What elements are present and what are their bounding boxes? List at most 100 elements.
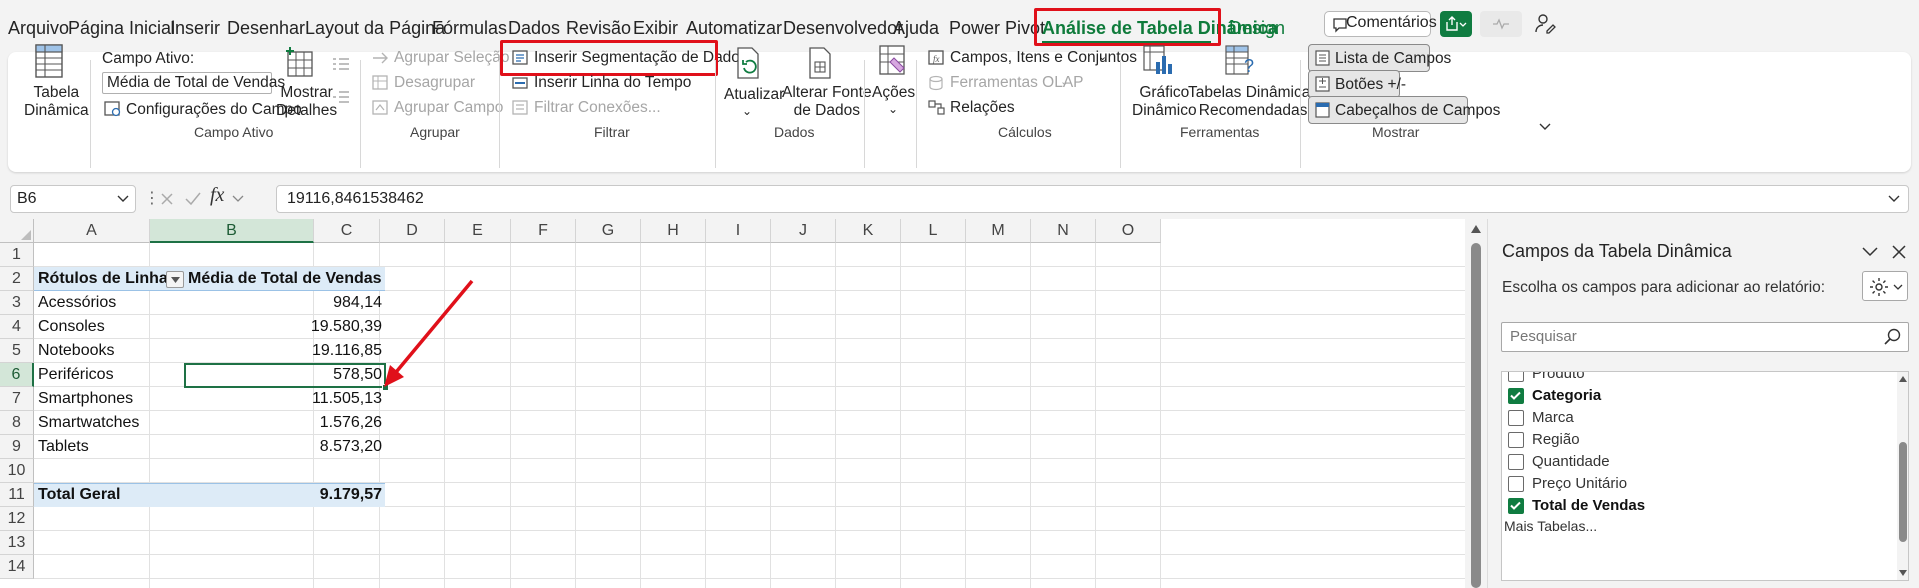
pivot-row-label[interactable]: Acessórios xyxy=(34,291,184,315)
pivot-header-values[interactable]: Média de Total de Vendas xyxy=(184,267,386,291)
menu-exibir[interactable]: Exibir xyxy=(633,18,678,39)
column-header[interactable]: K xyxy=(836,219,901,243)
select-all-corner[interactable] xyxy=(0,219,34,243)
insert-function-icon[interactable]: fx xyxy=(210,184,224,207)
menu-layout-pagina[interactable]: Layout da Página xyxy=(305,18,445,39)
row-header[interactable]: 4 xyxy=(0,315,34,339)
row-header[interactable]: 13 xyxy=(0,531,34,555)
inserir-linha-tempo-button[interactable]: Inserir Linha do Tempo xyxy=(512,73,691,95)
menu-ajuda[interactable]: Ajuda xyxy=(893,18,939,39)
pivot-row-label[interactable]: Tablets xyxy=(34,435,184,459)
column-header[interactable]: F xyxy=(511,219,576,243)
menu-pagina-inicial[interactable]: Página Inicial xyxy=(68,18,175,39)
tabela-dinamica-button[interactable]: Tabela Dinâmica xyxy=(20,44,89,154)
checkbox[interactable] xyxy=(1508,454,1524,470)
checkbox[interactable] xyxy=(1508,476,1524,492)
column-header[interactable]: O xyxy=(1096,219,1161,243)
row-header[interactable]: 1 xyxy=(0,243,34,267)
pivot-row-label[interactable]: Notebooks xyxy=(34,339,184,363)
acoes-button[interactable]: Ações ⌄ xyxy=(872,44,916,152)
menu-revisao[interactable]: Revisão xyxy=(566,18,631,39)
close-icon[interactable] xyxy=(1892,245,1906,259)
pivot-row-label[interactable]: Smartwatches xyxy=(34,411,184,435)
column-header[interactable]: G xyxy=(576,219,641,243)
pivot-row-label[interactable]: Consoles xyxy=(34,315,184,339)
row-header[interactable]: 9 xyxy=(0,435,34,459)
menu-automatizar[interactable]: Automatizar xyxy=(686,18,782,39)
cabecalhos-toggle[interactable]: Cabeçalhos de Campos xyxy=(1308,96,1500,124)
row-labels-filter-dropdown[interactable] xyxy=(166,271,184,288)
expand-field-icon[interactable] xyxy=(332,57,350,71)
pivot-row-value[interactable]: 1.576,26 xyxy=(184,411,386,435)
row-header[interactable]: 12 xyxy=(0,507,34,531)
mostrar-detalhes-button[interactable]: Mostrar Detalhes xyxy=(276,46,337,154)
column-header[interactable]: N xyxy=(1031,219,1096,243)
column-header[interactable]: H xyxy=(641,219,706,243)
scroll-up-icon[interactable] xyxy=(1899,376,1907,382)
relacoes-button[interactable]: Relações xyxy=(928,98,1028,120)
menu-arquivo[interactable]: Arquivo xyxy=(8,18,69,39)
row-header[interactable]: 10 xyxy=(0,459,34,483)
menu-power-pivot[interactable]: Power Pivot xyxy=(949,18,1045,39)
configuracoes-campo-button[interactable]: Configurações do Campo xyxy=(102,98,302,120)
pivot-header-rows[interactable]: Rótulos de Linha xyxy=(34,267,184,291)
pivot-row-label[interactable]: Periféricos xyxy=(34,363,184,387)
column-header[interactable]: A xyxy=(34,219,150,243)
tab-design[interactable]: Design xyxy=(1229,18,1285,39)
column-header[interactable]: J xyxy=(771,219,836,243)
vertical-scrollbar[interactable] xyxy=(1465,219,1487,588)
name-box[interactable]: B6 xyxy=(10,185,136,213)
row-header[interactable]: 14 xyxy=(0,555,34,579)
menu-desenhar[interactable]: Desenhar xyxy=(227,18,305,39)
checkbox[interactable] xyxy=(1508,410,1524,426)
vertical-scrollbar-thumb[interactable] xyxy=(1471,243,1481,588)
row-header[interactable]: 5 xyxy=(0,339,34,363)
scroll-up-icon[interactable] xyxy=(1471,225,1481,233)
chevron-down-icon[interactable] xyxy=(232,195,244,203)
row-header[interactable]: 2 xyxy=(0,267,34,291)
menu-inserir[interactable]: Inserir xyxy=(170,18,220,39)
column-header[interactable]: D xyxy=(380,219,445,243)
pivot-row-value[interactable]: 984,14 xyxy=(184,291,386,315)
coauthor-button[interactable] xyxy=(1480,11,1522,37)
column-header[interactable]: B xyxy=(150,219,314,243)
field-list-scrollbar-thumb[interactable] xyxy=(1899,442,1907,542)
column-header[interactable]: E xyxy=(445,219,511,243)
collapse-field-icon[interactable] xyxy=(332,90,350,104)
pivot-row-value[interactable]: 19.116,85 xyxy=(184,339,386,363)
pane-options-chevron-icon[interactable] xyxy=(1862,247,1878,257)
botoes-toggle[interactable]: Botões +/- xyxy=(1308,70,1406,98)
pane-search-input[interactable]: Pesquisar xyxy=(1501,322,1909,352)
row-header[interactable]: 8 xyxy=(0,411,34,435)
checkbox[interactable] xyxy=(1508,388,1524,404)
scroll-down-icon[interactable] xyxy=(1899,570,1907,576)
campos-itens-button[interactable]: fx Campos, Itens e Conjuntos ⌄ xyxy=(928,48,1137,70)
pivot-total-label[interactable]: Total Geral xyxy=(34,483,184,507)
menu-formulas[interactable]: Fórmulas xyxy=(432,18,507,39)
pivot-row-value[interactable]: 11.505,13 xyxy=(184,387,386,411)
pivot-row-value[interactable]: 8.573,20 xyxy=(184,435,386,459)
menu-dados[interactable]: Dados xyxy=(508,18,560,39)
collapse-ribbon-icon[interactable] xyxy=(1538,122,1552,132)
lista-campos-toggle[interactable]: Lista de Campos xyxy=(1308,44,1451,72)
checkbox[interactable] xyxy=(1508,432,1524,448)
person-settings-icon[interactable] xyxy=(1534,12,1556,34)
pivot-total-value[interactable]: 9.179,57 xyxy=(184,483,386,507)
checkbox[interactable] xyxy=(1508,372,1524,382)
more-tables-link[interactable]: Mais Tabelas... xyxy=(1504,518,1597,538)
formula-input[interactable]: 19116,8461538462 xyxy=(276,185,1909,213)
pivot-row-label[interactable]: Smartphones xyxy=(34,387,184,411)
grafico-dinamico-button[interactable]: Gráfico Dinâmico xyxy=(1128,44,1197,152)
row-header[interactable]: 3 xyxy=(0,291,34,315)
cancel-icon[interactable] xyxy=(160,192,174,206)
pivot-row-value[interactable]: 19.580,39 xyxy=(184,315,386,339)
more-options-icon[interactable]: ⋮ xyxy=(144,188,160,208)
row-header[interactable]: 11 xyxy=(0,483,34,507)
comments-button[interactable]: Comentários xyxy=(1324,11,1437,37)
atualizar-button[interactable]: Atualizar ⌄ xyxy=(722,46,784,154)
worksheet-grid[interactable]: ABCDEFGHIJKLMNO 1 2 3 4 5 6 7 8 9 10 11 12 13 14 Rótu… xyxy=(0,219,1465,588)
column-header[interactable]: M xyxy=(966,219,1031,243)
field-list-scrollbar[interactable] xyxy=(1897,372,1908,580)
column-header[interactable]: I xyxy=(706,219,771,243)
row-header[interactable]: 6 xyxy=(0,363,34,387)
